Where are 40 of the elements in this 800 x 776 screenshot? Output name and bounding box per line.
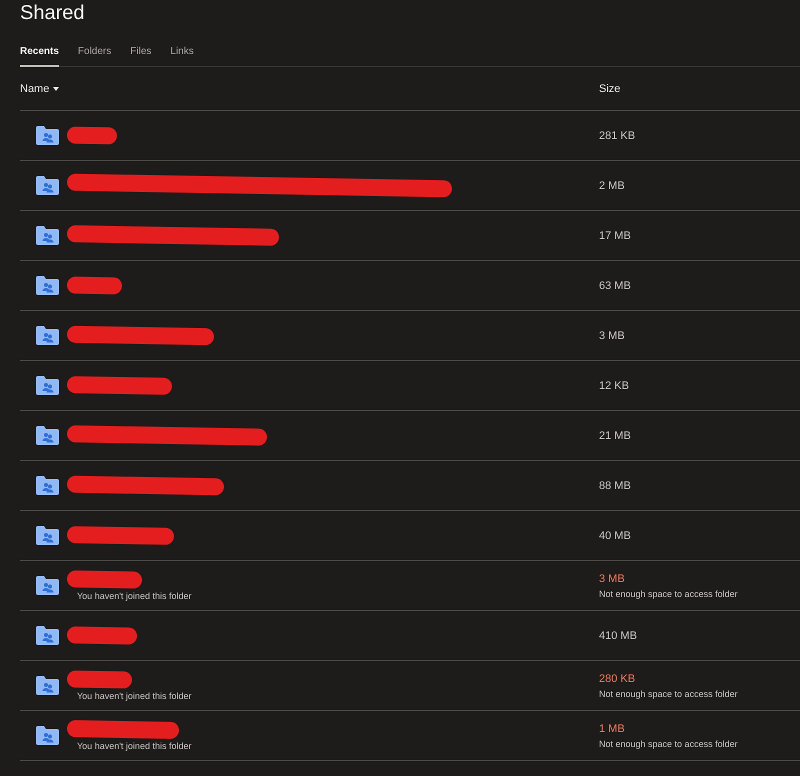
tab[interactable]: Recents [20, 40, 59, 67]
shared-folder-icon [36, 376, 59, 395]
shared-folder-icon [36, 726, 59, 745]
size-cell: 281 KB [599, 130, 636, 142]
shared-folder-icon [36, 326, 59, 345]
shared-folder-icon [36, 626, 59, 645]
size-cell: 88 MB [599, 480, 631, 492]
size-warning: Not enough space to access folder [599, 688, 738, 698]
size-cell: 12 KB [599, 380, 629, 392]
size-cell: 1 MB [599, 722, 625, 734]
shared-folder-icon [36, 676, 59, 695]
folder-status: You haven't joined this folder [77, 740, 192, 750]
size-cell: 3 MB [599, 330, 625, 342]
folder-status: You haven't joined this folder [77, 690, 192, 700]
size-cell: 21 MB [599, 430, 631, 442]
size-cell: 280 KB [599, 672, 636, 684]
tab[interactable]: Files [130, 40, 152, 67]
folder-status: You haven't joined this folder [77, 590, 192, 600]
shared-folder-icon [36, 276, 59, 295]
sort-caret-icon [53, 86, 60, 90]
shared-folder-icon [36, 426, 59, 445]
page-title: Shared [20, 1, 84, 26]
column-header[interactable]: Size [599, 82, 620, 94]
size-cell: 410 MB [599, 630, 637, 642]
size-cell: 17 MB [599, 230, 631, 242]
tab[interactable]: Folders [78, 40, 112, 67]
size-cell: 2 MB [599, 180, 625, 192]
size-warning: Not enough space to access folder [599, 588, 738, 598]
shared-folder-icon [36, 576, 59, 595]
tab[interactable]: Links [170, 40, 194, 67]
shared-folder-icon [36, 476, 59, 495]
shared-folder-icon [36, 226, 59, 245]
column-header[interactable]: Name [20, 82, 60, 94]
size-warning: Not enough space to access folder [599, 738, 738, 748]
shared-folder-icon [36, 126, 59, 145]
size-cell: 40 MB [599, 530, 631, 542]
shared-folder-icon [36, 526, 59, 545]
shared-folder-icon [36, 176, 59, 195]
size-cell: 63 MB [599, 280, 631, 292]
size-cell: 3 MB [599, 572, 625, 584]
